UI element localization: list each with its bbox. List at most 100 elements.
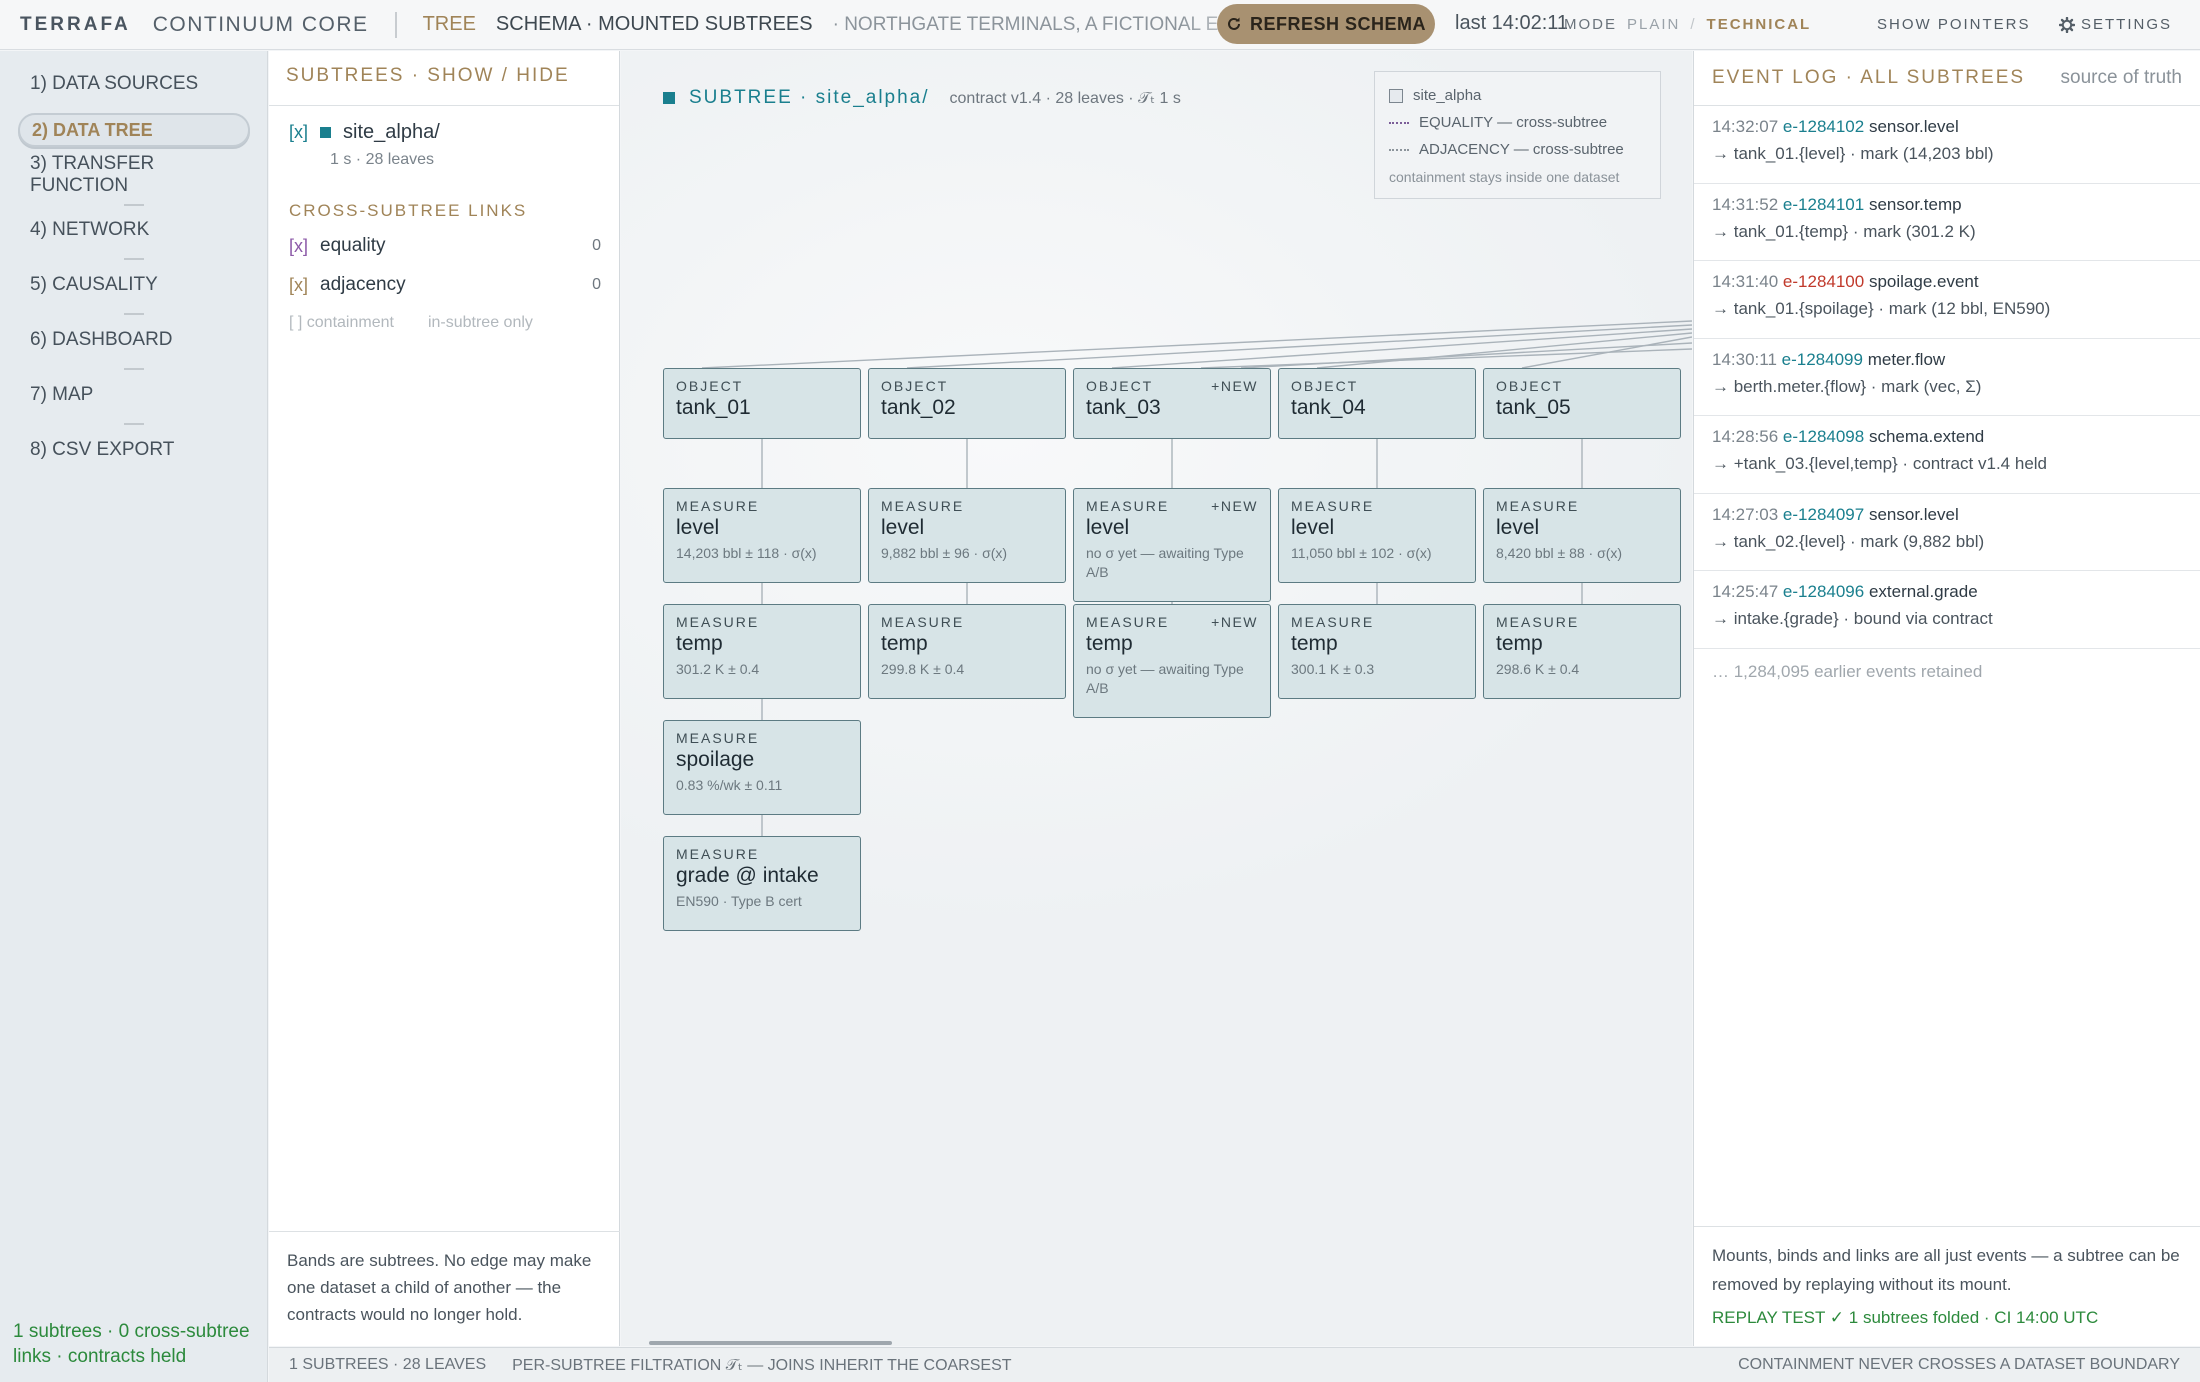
adjacency-checkbox[interactable]: [x] <box>289 275 308 296</box>
measure-node-level[interactable]: MEASURE level 14,203 bbl ± 118 · σ(x) <box>663 488 861 583</box>
object-node-tank_05[interactable]: OBJECT tank_05 <box>1483 368 1681 439</box>
event-headline: 14:30:11 e-1284099 meter.flow <box>1712 350 2200 370</box>
node-value: 301.2 K ± 0.4 <box>676 661 760 677</box>
nav-item-data-tree[interactable]: 2) DATA TREE <box>18 113 250 147</box>
node-kind-label: OBJECT <box>1291 378 1463 394</box>
node-kind: MEASURE <box>1291 498 1375 514</box>
event-id[interactable]: e-1284101 <box>1783 195 1864 214</box>
node-kind-label: MEASURE <box>676 846 848 862</box>
node-kind: MEASURE <box>676 846 760 862</box>
legend-box-icon <box>1389 88 1403 103</box>
measure-node-temp[interactable]: MEASURE temp 298.6 K ± 0.4 <box>1483 604 1681 699</box>
new-badge: +NEW <box>1211 614 1258 630</box>
node-name: tank_02 <box>881 396 956 419</box>
node-kind: MEASURE <box>1496 614 1580 630</box>
event-id[interactable]: e-1284098 <box>1783 427 1864 446</box>
event-time: 14:31:40 <box>1712 272 1779 291</box>
node-name: level <box>676 516 720 539</box>
node-name: temp <box>1496 632 1543 655</box>
node-kind: MEASURE <box>1086 498 1170 514</box>
nav-divider <box>124 258 144 260</box>
subtree-toggle-site-alpha[interactable]: [x] site_alpha/ <box>289 121 440 144</box>
subtree-checkbox[interactable]: [x] <box>289 122 308 143</box>
event-log-footer-note: Mounts, binds and links are all just eve… <box>1712 1246 2180 1294</box>
event-row[interactable]: 14:27:03 e-1284097 sensor.level → tank_02… <box>1694 494 2200 571</box>
link-toggle-equality[interactable]: [x] equality 0 <box>289 235 601 257</box>
nav-item-network[interactable]: 4) NETWORK <box>18 213 250 247</box>
object-node-tank_03[interactable]: OBJECT +NEW tank_03 <box>1073 368 1271 439</box>
gear-icon <box>2059 16 2075 33</box>
node-kind-label: MEASURE <box>676 614 848 630</box>
node-kind: MEASURE <box>676 730 760 746</box>
object-node-tank_04[interactable]: OBJECT tank_04 <box>1278 368 1476 439</box>
event-log-panel: EVENT LOG · ALL SUBTREES source of truth… <box>1693 51 2200 1346</box>
event-row[interactable]: 14:25:47 e-1284096 external.grade → intak… <box>1694 571 2200 649</box>
breadcrumb-site: · NORTHGATE TERMINALS, A FICTIONAL EUROP… <box>832 13 1278 35</box>
nav-item-csv-export[interactable]: 8) CSV EXPORT <box>18 433 250 467</box>
nav-item-transfer-function[interactable]: 3) TRANSFER FUNCTION <box>18 153 250 196</box>
object-node-tank_02[interactable]: OBJECT tank_02 <box>868 368 1066 439</box>
event-row[interactable]: 14:28:56 e-1284098 schema.extend → +tank_… <box>1694 416 2200 494</box>
nav-item-dashboard[interactable]: 6) DASHBOARD <box>18 323 250 357</box>
new-badge: +NEW <box>1211 498 1258 514</box>
brand-logo: TERRAFA <box>20 13 131 35</box>
node-kind-label: MEASURE <box>1496 498 1668 514</box>
tree-canvas[interactable]: SUBTREE · site_alpha/ contract v1.4 · 28… <box>621 51 1692 1346</box>
adjacency-count: 0 <box>592 276 601 293</box>
tree-edge <box>701 320 1692 369</box>
canvas-horizontal-scrollbar[interactable] <box>649 1341 892 1345</box>
nav-item-data-sources[interactable]: 1) DATA SOURCES <box>18 67 250 101</box>
event-row[interactable]: 14:32:07 e-1284102 sensor.level → tank_01… <box>1694 106 2200 184</box>
nav-item-map[interactable]: 7) MAP <box>18 378 250 412</box>
containment-note: in-subtree only <box>427 314 533 331</box>
event-id[interactable]: e-1284100 <box>1783 272 1864 291</box>
event-id[interactable]: e-1284097 <box>1783 505 1864 524</box>
measure-node-level[interactable]: MEASURE +NEW level no σ yet — awaiting Type… <box>1073 488 1271 602</box>
event-id[interactable]: e-1284096 <box>1783 582 1864 601</box>
event-row[interactable]: 14:30:11 e-1284099 meter.flow → berth.met… <box>1694 339 2200 416</box>
event-row[interactable]: 14:31:52 e-1284101 sensor.temp → tank_01.… <box>1694 184 2200 261</box>
mode-plain-option[interactable]: PLAIN <box>1627 16 1680 33</box>
node-kind-label: OBJECT <box>676 378 848 394</box>
measure-node-level[interactable]: MEASURE level 11,050 bbl ± 102 · σ(x) <box>1278 488 1476 583</box>
settings-button[interactable]: SETTINGS <box>2059 16 2172 33</box>
nav-item-causality[interactable]: 5) CAUSALITY <box>18 268 250 302</box>
event-row[interactable]: 14:31:40 e-1284100 spoilage.event → tank_… <box>1694 261 2200 339</box>
measure-node-temp[interactable]: MEASURE temp 299.8 K ± 0.4 <box>868 604 1066 699</box>
node-kind-label: MEASURE +NEW <box>1086 498 1258 514</box>
nav-divider <box>124 423 144 425</box>
subtrees-help-note: Bands are subtrees. No edge may make one… <box>269 1231 620 1346</box>
node-kind: OBJECT <box>881 378 949 394</box>
legend-dotted-line-icon <box>1389 148 1409 151</box>
node-kind: MEASURE <box>1086 614 1170 630</box>
event-headline: 14:27:03 e-1284097 sensor.level <box>1712 505 2200 525</box>
event-id[interactable]: e-1284099 <box>1782 350 1863 369</box>
legend-equality-label: EQUALITY — cross-subtree <box>1419 114 1608 131</box>
breadcrumb-tree[interactable]: TREE <box>423 13 476 36</box>
measure-node-grade-intake[interactable]: MEASURE grade @ intake EN590 · Type B cert <box>663 836 861 931</box>
event-id[interactable]: e-1284102 <box>1783 117 1864 136</box>
node-name: temp <box>881 632 928 655</box>
measure-node-level[interactable]: MEASURE level 9,882 bbl ± 96 · σ(x) <box>868 488 1066 583</box>
event-detail: → intake.{grade} · bound via contract <box>1712 609 1993 628</box>
object-node-tank_01[interactable]: OBJECT tank_01 <box>663 368 861 439</box>
equality-checkbox[interactable]: [x] <box>289 236 308 257</box>
show-pointers-button[interactable]: SHOW POINTERS <box>1877 16 2031 33</box>
event-detail: → berth.meter.{flow} · mark (vec, Σ) <box>1712 376 1982 396</box>
link-toggle-adjacency[interactable]: [x] adjacency 0 <box>289 274 601 296</box>
measure-node-temp[interactable]: MEASURE temp 301.2 K ± 0.4 <box>663 604 861 699</box>
subtree-color-swatch <box>663 92 675 104</box>
replay-test-status: REPLAY TEST ✓ 1 subtrees folded · CI 14:… <box>1712 1308 2099 1327</box>
measure-node-level[interactable]: MEASURE level 8,420 bbl ± 88 · σ(x) <box>1483 488 1681 583</box>
event-log-more[interactable]: … 1,284,095 earlier events retained <box>1694 649 2200 682</box>
node-value: 0.83 %/wk ± 0.11 <box>676 777 783 793</box>
refresh-schema-button[interactable]: REFRESH SCHEMA <box>1217 4 1435 44</box>
measure-node-temp[interactable]: MEASURE +NEW temp no σ yet — awaiting Type … <box>1073 604 1271 718</box>
measure-node-temp[interactable]: MEASURE temp 300.1 K ± 0.3 <box>1278 604 1476 699</box>
mode-technical-option[interactable]: TECHNICAL <box>1707 16 1812 33</box>
node-value: 9,882 bbl ± 96 · σ(x) <box>881 545 1008 561</box>
event-detail: → tank_01.{temp} · mark (301.2 K) <box>1712 221 1976 241</box>
measure-node-spoilage[interactable]: MEASURE spoilage 0.83 %/wk ± 0.11 <box>663 720 861 815</box>
event-time: 14:31:52 <box>1712 194 1779 214</box>
subtree-name: site_alpha/ <box>343 121 440 143</box>
